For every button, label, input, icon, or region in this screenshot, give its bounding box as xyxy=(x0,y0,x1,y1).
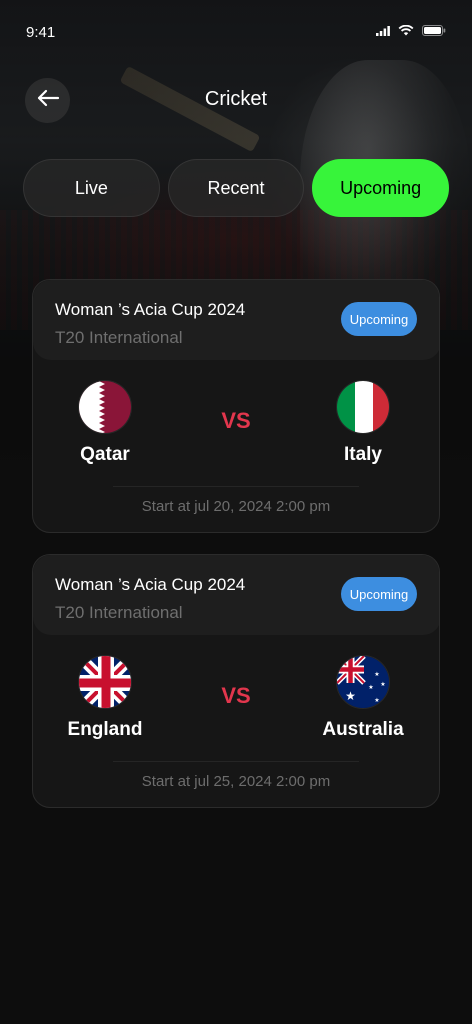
australia-flag-icon: ★ ★ ★ ★ ★ xyxy=(336,655,390,709)
tab-recent[interactable]: Recent xyxy=(167,159,305,217)
team-name: Qatar xyxy=(80,444,130,465)
match-format: T20 International xyxy=(55,328,183,347)
tab-live[interactable]: Live xyxy=(23,159,160,217)
divider xyxy=(113,761,359,762)
wifi-icon xyxy=(398,23,414,41)
italy-flag-icon xyxy=(336,380,390,434)
page-title: Cricket xyxy=(204,88,268,110)
svg-text:★: ★ xyxy=(374,671,379,678)
team-away: Italy xyxy=(303,380,423,466)
team-away: ★ ★ ★ ★ ★ Australia xyxy=(303,655,423,741)
match-card[interactable]: Woman ’s Acia Cup 2024 T20 International… xyxy=(32,279,440,533)
svg-text:★: ★ xyxy=(345,689,356,703)
team-name: Italy xyxy=(343,444,383,465)
start-time: Start at jul 25, 2024 2:00 pm xyxy=(141,773,331,790)
status-badge: Upcoming xyxy=(341,302,417,336)
start-time: Start at jul 20, 2024 2:00 pm xyxy=(141,498,331,515)
match-tabs: Live Recent Upcoming xyxy=(23,159,450,217)
status-badge: Upcoming xyxy=(341,577,417,611)
svg-text:★: ★ xyxy=(368,684,373,691)
match-title: Woman ’s Acia Cup 2024 xyxy=(55,300,246,319)
match-format: T20 International xyxy=(55,603,183,622)
match-card[interactable]: Woman ’s Acia Cup 2024 T20 International… xyxy=(32,554,440,808)
svg-text:★: ★ xyxy=(380,681,385,688)
divider xyxy=(113,486,359,487)
status-bar: 9:41 xyxy=(0,0,472,64)
status-time: 9:41 xyxy=(26,23,56,41)
team-name: Australia xyxy=(322,719,404,740)
svg-text:★: ★ xyxy=(374,697,379,704)
match-title: Woman ’s Acia Cup 2024 xyxy=(55,575,246,594)
tab-upcoming[interactable]: Upcoming xyxy=(312,159,450,217)
header: Cricket xyxy=(0,76,472,124)
cellular-signal-icon xyxy=(376,23,390,41)
battery-icon xyxy=(422,23,446,41)
team-name: England xyxy=(67,719,143,740)
